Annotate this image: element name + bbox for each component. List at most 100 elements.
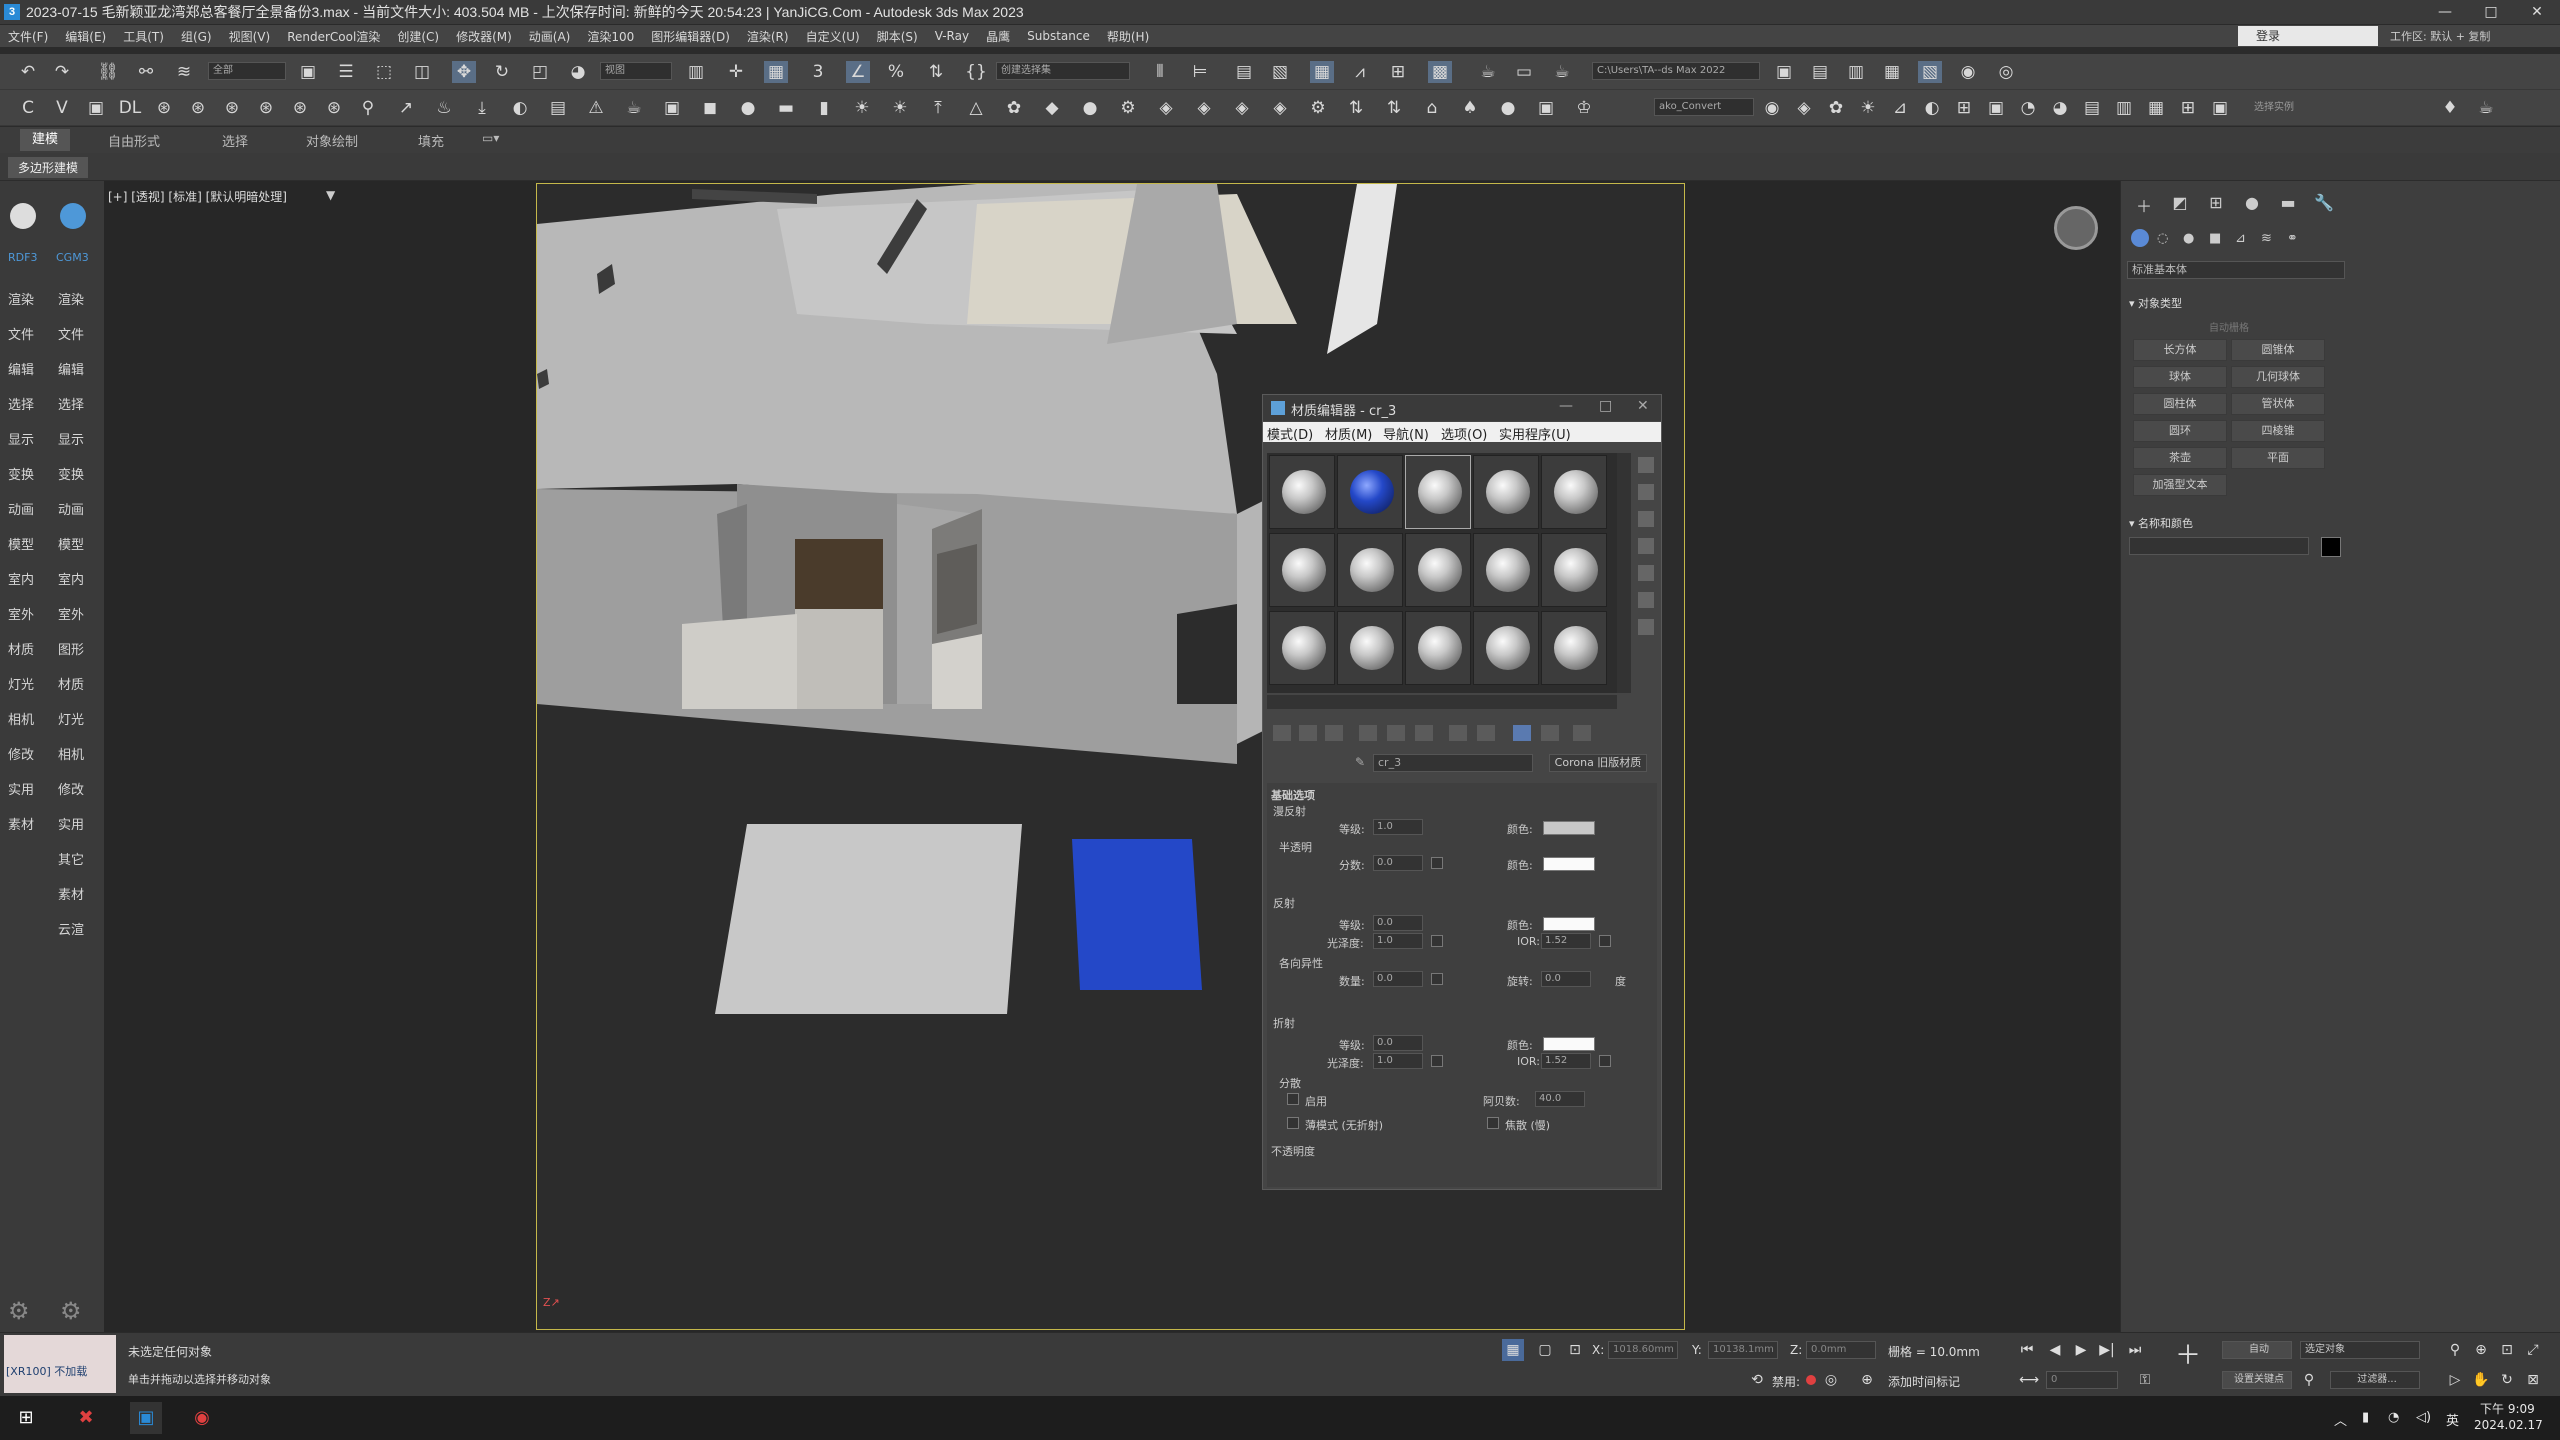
login-dropdown[interactable]: 登录 <box>2238 26 2378 46</box>
spacewarps-icon[interactable]: ≋ <box>2261 231 2272 246</box>
arrow-icon[interactable]: ↗ <box>394 97 418 119</box>
zoom-extents-all-icon[interactable]: ⤢ <box>2522 1339 2544 1361</box>
diffuse-color-swatch[interactable] <box>1543 821 1595 835</box>
basic-options-header[interactable]: 基础选项 <box>1271 787 1315 803</box>
select-instance-label[interactable]: 选择实例 <box>2234 97 2314 119</box>
cgm-logo-icon[interactable] <box>60 203 86 229</box>
me-minimize-button[interactable]: — <box>1559 398 1573 414</box>
move-icon[interactable]: ✥ <box>452 61 476 83</box>
sidebar-item[interactable]: 选择 <box>8 394 34 413</box>
key-filters-button[interactable]: 过滤器... <box>2330 1371 2420 1389</box>
sidebar-item[interactable]: 变换 <box>8 464 34 483</box>
me-menu-options[interactable]: 选项(O) <box>1441 424 1487 443</box>
sidebar-item[interactable]: 材质 <box>58 674 84 693</box>
make-preview-icon[interactable] <box>1638 592 1654 608</box>
menu-item[interactable]: 修改器(M) <box>456 28 512 45</box>
tool-a-icon[interactable]: ▣ <box>1772 61 1796 83</box>
maximize-viewport-icon[interactable]: ⊠ <box>2522 1369 2544 1391</box>
gear-b-icon[interactable]: ⚙ <box>1306 97 1330 119</box>
select-object-icon[interactable]: ▣ <box>296 61 320 83</box>
viewport-filter-icon[interactable]: ▼ <box>326 188 335 202</box>
maximize-button[interactable]: □ <box>2468 0 2514 25</box>
key-selection-dropdown[interactable]: 选定对象 <box>2300 1341 2420 1359</box>
plugin-teapot-icon[interactable]: ☕ <box>2474 97 2498 119</box>
spade-icon[interactable]: ♠ <box>1458 97 1482 119</box>
material-sample-slot[interactable] <box>1541 611 1607 685</box>
make-unique-icon[interactable] <box>1387 725 1405 741</box>
sidebar-item[interactable]: 室外 <box>8 604 34 623</box>
refl-gloss-spinner[interactable]: 1.0 <box>1373 933 1423 949</box>
polygon-modeling-tab[interactable]: 多边形建模 <box>8 157 89 178</box>
cameras-icon[interactable]: ■ <box>2209 231 2221 246</box>
sidebar-item[interactable]: 动画 <box>8 499 34 518</box>
primitive-button[interactable]: 圆锥体 <box>2231 339 2325 361</box>
menu-item[interactable]: RenderCool渲染 <box>287 28 380 45</box>
menu-item[interactable]: 动画(A) <box>529 28 571 45</box>
plugin-tool-8-icon[interactable]: ◔ <box>2016 97 2040 119</box>
next-frame-icon[interactable]: ▶| <box>2096 1339 2118 1361</box>
go-end-icon[interactable]: ⏭ <box>2124 1339 2146 1361</box>
gear-a-icon[interactable]: ⚙ <box>1116 97 1140 119</box>
clock-time[interactable]: 下午 9:09 <box>2480 1400 2535 1417</box>
workspace-selector[interactable]: 工作区: 默认 + 复制 <box>2390 28 2490 44</box>
tool-c-icon[interactable]: ◈ <box>1230 97 1254 119</box>
sidebar-item[interactable]: 材质 <box>8 639 34 658</box>
menu-item[interactable]: V-Ray <box>935 29 969 43</box>
plane-icon[interactable]: ◼ <box>698 97 722 119</box>
material-editor-titlebar[interactable]: 材质编辑器 - cr_3 — □ ✕ <box>1263 395 1661 421</box>
plugin-tool-11-icon[interactable]: ▥ <box>2112 97 2136 119</box>
options-icon[interactable] <box>1638 619 1654 635</box>
sidebar-item[interactable]: 室内 <box>58 569 84 588</box>
record-dot-icon[interactable] <box>1806 1375 1816 1385</box>
trans-map-checkbox[interactable] <box>1431 857 1443 869</box>
shapes-icon[interactable]: ◌ <box>2157 231 2168 246</box>
plugin-tool-9-icon[interactable]: ◕ <box>2048 97 2072 119</box>
aniso-rotation-spinner[interactable]: 0.0 <box>1541 971 1591 987</box>
sphere-d-icon[interactable]: ⊛ <box>254 97 278 119</box>
material-sample-slot[interactable] <box>1541 455 1607 529</box>
taskbar-3dsmax-icon[interactable]: ▣ <box>130 1402 162 1434</box>
put-to-scene-icon[interactable] <box>1299 725 1317 741</box>
plugin-tool-6-icon[interactable]: ⊞ <box>1952 97 1976 119</box>
sidebar-item[interactable]: 素材 <box>8 814 34 833</box>
backlight-icon[interactable] <box>1638 484 1654 500</box>
tab-modeling[interactable]: 建模 <box>20 129 71 151</box>
primitive-button[interactable]: 球体 <box>2133 366 2227 388</box>
name-color-header[interactable]: ▾ 名称和颜色 <box>2129 515 2193 531</box>
dll-icon[interactable]: DL <box>118 97 142 119</box>
pan-icon[interactable]: ✋ <box>2470 1369 2492 1391</box>
tray-volume-icon[interactable]: ◁) <box>2416 1410 2431 1425</box>
object-color-swatch[interactable] <box>2321 537 2341 557</box>
geometry-icon[interactable] <box>2131 229 2149 247</box>
input-language[interactable]: 英 <box>2446 1410 2459 1429</box>
motion-tab-icon[interactable]: ● <box>2241 193 2263 215</box>
refr-gloss-spinner[interactable]: 1.0 <box>1373 1053 1423 1069</box>
display-tab-icon[interactable]: ▬ <box>2277 193 2299 215</box>
go-to-parent-icon[interactable] <box>1541 725 1559 741</box>
warning-icon[interactable]: ⚠ <box>584 97 608 119</box>
aniso-amount-spinner[interactable]: 0.0 <box>1373 971 1423 987</box>
refr-gloss-map-checkbox[interactable] <box>1431 1055 1443 1067</box>
me-menu-material[interactable]: 材质(M) <box>1325 424 1372 443</box>
ribbon-options-icon[interactable]: ▭▾ <box>482 131 499 145</box>
menu-item[interactable]: 创建(C) <box>397 28 439 45</box>
video-check-icon[interactable] <box>1638 565 1654 581</box>
primitive-button[interactable]: 平面 <box>2231 447 2325 469</box>
thin-mode-checkbox[interactable] <box>1287 1117 1299 1129</box>
settings-b-icon[interactable]: ⚙ <box>60 1297 82 1325</box>
sidebar-item[interactable]: 其它 <box>58 849 84 868</box>
frame-field[interactable]: 0 <box>2046 1371 2118 1389</box>
sidebar-item[interactable]: 灯光 <box>8 674 34 693</box>
plugin-tool-3-icon[interactable]: ☀ <box>1856 97 1880 119</box>
refl-level-spinner[interactable]: 0.0 <box>1373 915 1423 931</box>
tool-e-icon[interactable]: ▧ <box>1918 61 1942 83</box>
angle-snap-icon[interactable]: ∠ <box>846 61 870 83</box>
rendered-frame-icon[interactable]: ▭ <box>1512 61 1536 83</box>
unlink-icon[interactable]: ⚯ <box>134 61 158 83</box>
background-icon[interactable] <box>1638 511 1654 527</box>
sidebar-item[interactable]: 编辑 <box>8 359 34 378</box>
teapot-icon[interactable]: ☕ <box>622 97 646 119</box>
sidebar-item[interactable]: 动画 <box>58 499 84 518</box>
mirror-icon[interactable]: ⫴ <box>1148 61 1172 83</box>
render-icon[interactable]: ▣ <box>84 97 108 119</box>
